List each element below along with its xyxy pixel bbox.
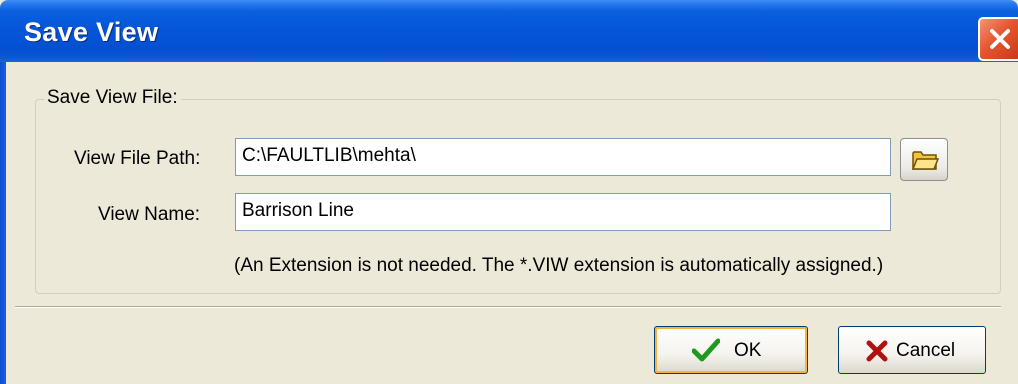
view-name-label: View Name: xyxy=(98,204,201,225)
window-title: Save View xyxy=(24,17,159,47)
save-view-dialog: Save View Save View File: View File Path… xyxy=(0,0,1018,384)
ok-button[interactable]: OK xyxy=(654,326,808,374)
separator xyxy=(15,306,1001,308)
close-button[interactable] xyxy=(978,17,1018,61)
extension-hint: (An Extension is not needed. The *.VIW e… xyxy=(234,255,884,276)
view-name-input[interactable]: Barrison Line xyxy=(235,193,891,231)
browse-folder-button[interactable] xyxy=(900,138,948,181)
folder-icon xyxy=(911,151,939,170)
ok-label: OK xyxy=(734,340,762,361)
cancel-button[interactable]: Cancel xyxy=(838,326,986,374)
view-file-path-label: View File Path: xyxy=(74,148,201,169)
checkmark-icon xyxy=(692,338,720,362)
group-label: Save View File: xyxy=(44,87,181,109)
view-file-path-input[interactable]: C:\FAULTLIB\mehta\ xyxy=(235,138,891,176)
cancel-label: Cancel xyxy=(896,340,956,361)
title-bar[interactable]: Save View xyxy=(0,0,1018,62)
window-frame-left xyxy=(0,62,6,384)
close-icon xyxy=(990,29,1010,49)
x-mark-icon xyxy=(866,340,888,362)
